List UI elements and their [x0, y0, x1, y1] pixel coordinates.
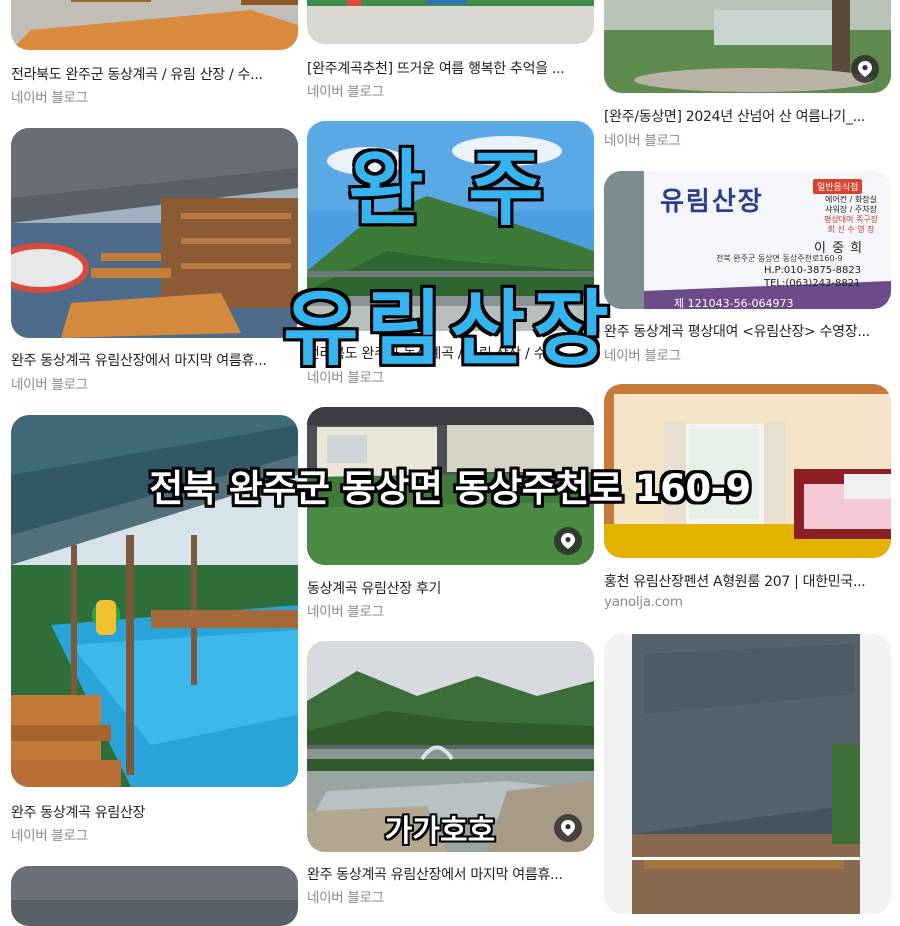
creek-tree-image	[604, 0, 891, 93]
wooden-deck-image	[11, 0, 298, 50]
result-source: 네이버 블로그	[307, 370, 384, 386]
result-thumbnail[interactable]	[604, 384, 891, 558]
result-thumbnail[interactable]	[604, 634, 891, 914]
result-thumbnail[interactable]	[11, 866, 298, 926]
result-thumbnail[interactable]: 일반음식점 유림산장 에어컨 / 화장실 샤워장 / 주차장 평상대여 족구장 …	[604, 171, 891, 309]
sign-name: 유림산장	[660, 187, 764, 217]
pension-room-image	[604, 384, 891, 558]
location-pin-badge	[554, 527, 582, 555]
result-title[interactable]: 완주 동상계곡 평상대여 <유림산장> 수영장...	[604, 321, 891, 341]
result-source: 네이버 블로그	[604, 348, 681, 364]
result-title[interactable]: 완주 동상계곡 유림산장	[11, 802, 298, 822]
sign-amenity-line: 평상대여 족구장	[823, 215, 879, 224]
pool-deck-shade-image	[11, 128, 298, 338]
location-pin-badge	[851, 55, 879, 83]
result-source: 네이버 블로그	[307, 604, 384, 620]
result-title[interactable]: 완주 동상계곡 유림산장에서 마지막 여름휴...	[11, 350, 298, 370]
result-thumbnail[interactable]	[11, 128, 298, 338]
result-source: 네이버 블로그	[307, 84, 384, 100]
shade-net-image	[11, 866, 298, 926]
result-title[interactable]: [완주계곡추천] 뜨거운 여름 행복한 추억을 ...	[307, 58, 594, 78]
river-bridge-image	[307, 641, 594, 852]
sign-registration-number: 제 121043-56-064973	[674, 297, 794, 309]
sign-phone-tel: TEL:(063)243-8821	[764, 278, 861, 289]
sign-amenities: 에어컨 / 화장실 샤워장 / 주차장 평상대여 족구장 회 신 수 영 장	[818, 195, 884, 235]
result-title[interactable]: 전라북도 완주군 동상계곡 / 유림 산장 / 수...	[307, 343, 594, 363]
swimming-pool-image	[11, 415, 298, 787]
shade-canopy-image	[604, 634, 891, 914]
result-title[interactable]: [완주/동상면] 2024년 산넘어 산 여름나기_...	[604, 106, 891, 126]
sign-category-badge: 일반음식점	[813, 179, 863, 194]
result-source: 네이버 블로그	[307, 890, 384, 906]
sign-amenity-line: 샤워장 / 주차장	[825, 205, 877, 214]
result-title[interactable]: 동상계곡 유림산장 후기	[307, 578, 594, 598]
sign-amenity-line: 회 신 수 영 장	[827, 225, 875, 234]
location-pin-badge	[554, 814, 582, 842]
result-thumbnail[interactable]	[307, 121, 594, 331]
result-source: 네이버 블로그	[11, 90, 88, 106]
result-source: 네이버 블로그	[604, 133, 681, 149]
result-thumbnail[interactable]	[604, 0, 891, 93]
sign-phone-mobile: H.P:010-3875-8823	[764, 265, 862, 276]
lodge-lawn-image	[307, 407, 594, 565]
result-thumbnail[interactable]	[307, 641, 594, 852]
result-thumbnail[interactable]	[307, 0, 594, 44]
result-source: 네이버 블로그	[11, 828, 88, 844]
result-thumbnail[interactable]	[11, 0, 298, 50]
result-thumbnail[interactable]	[307, 407, 594, 565]
result-source: 네이버 블로그	[11, 377, 88, 393]
sign-address: 전북 완주군 동상면 동상주천로160-9	[716, 254, 843, 263]
map-pin-icon	[561, 533, 575, 549]
sign-amenity-line: 에어컨 / 화장실	[825, 195, 877, 204]
valley-resort-image	[307, 0, 594, 44]
result-title[interactable]: 완주 동상계곡 유림산장에서 마지막 여름휴...	[307, 864, 594, 884]
map-pin-icon	[858, 61, 872, 77]
map-pin-icon	[561, 820, 575, 836]
mountain-stream-image	[307, 121, 594, 331]
result-title[interactable]: 전라북도 완주군 동상계곡 / 유림 산장 / 수...	[11, 64, 298, 84]
result-title[interactable]: 홍천 유림산장펜션 A형원룸 207 | 대한민국...	[604, 571, 891, 591]
result-thumbnail[interactable]	[11, 415, 298, 787]
result-source: yanolja.com	[604, 594, 683, 610]
